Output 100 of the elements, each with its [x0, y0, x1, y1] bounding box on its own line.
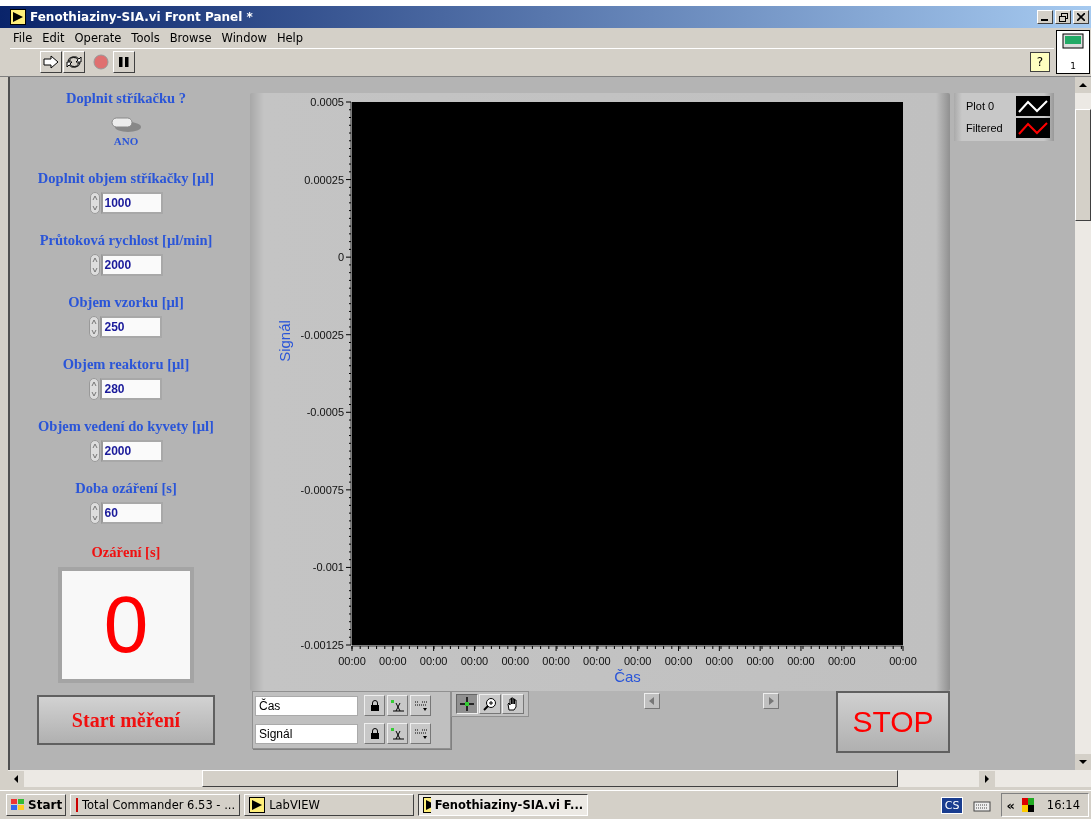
tick-label: 0.00025	[304, 173, 344, 186]
axis-title: Signál	[276, 320, 293, 362]
scroll-left-button[interactable]	[644, 693, 660, 709]
taskbar-button[interactable]: LabVIEW	[244, 794, 415, 816]
taskbar-button[interactable]: Fenothiaziny-SIA.vi F...	[418, 794, 589, 816]
zoom-icon	[483, 697, 497, 711]
tick-label: -0.001	[312, 561, 344, 574]
autoscale-button[interactable]	[387, 695, 408, 716]
start-button[interactable]: Start	[6, 794, 67, 816]
monitor-icon	[1062, 33, 1084, 49]
stop-sign-icon	[93, 53, 109, 70]
autoscale-button[interactable]	[387, 723, 408, 744]
help-button[interactable]: ?	[1030, 51, 1050, 72]
legend-label: Filtered	[966, 122, 1003, 134]
window-title: Fenothiaziny-SIA.vi Front Panel *	[30, 10, 253, 24]
scroll-left-icon	[8, 770, 24, 787]
pause-button[interactable]	[113, 50, 135, 73]
run-button[interactable]	[40, 50, 62, 73]
menu-item[interactable]: Edit	[42, 31, 65, 45]
lock-icon	[369, 727, 380, 740]
close-icon	[1077, 13, 1085, 21]
taskbar-button[interactable]: Total Commander 6.53 - ...	[70, 794, 241, 816]
lock-button[interactable]	[364, 695, 385, 716]
horizontal-scrollbar[interactable]	[8, 770, 1091, 787]
vertical-scrollbar[interactable]	[1075, 77, 1091, 770]
cursor-name-field[interactable]: Signál	[255, 723, 358, 744]
menu-item[interactable]: Window	[221, 31, 267, 45]
tick-label: 00:00	[419, 655, 448, 667]
menu-item[interactable]: Tools	[131, 31, 160, 45]
tick-label: 00:00	[338, 655, 366, 667]
tick-label: -0.00025	[300, 328, 344, 341]
tick-label: 00:00	[501, 655, 529, 667]
right-arrow-icon	[767, 697, 775, 705]
tick-label: 00:00	[542, 655, 570, 667]
axis-scale-icon	[390, 727, 405, 740]
windows-flag-icon	[10, 798, 26, 812]
format-button[interactable]	[410, 695, 431, 716]
close-button[interactable]	[1073, 10, 1089, 24]
tick-label: -0.00125	[300, 639, 344, 651]
numeric-field[interactable]: 2000	[100, 440, 163, 462]
connector-label: 1	[1070, 61, 1076, 71]
control-label: Doplnit stříkačku ?	[65, 89, 187, 107]
arrow-icon	[43, 54, 59, 69]
control-label: Objem reaktoru [µl]	[62, 355, 190, 373]
loop-arrows-icon	[66, 53, 82, 70]
format-button[interactable]	[410, 723, 431, 744]
menu-item[interactable]: File	[13, 31, 33, 45]
tick-label: 00:00	[889, 655, 917, 667]
indicator-label: Ozáření [s]	[91, 543, 161, 561]
tick-label: 00:00	[460, 655, 489, 667]
tray-expand-button[interactable]: «	[1006, 797, 1015, 813]
menu-item[interactable]: Browse	[169, 31, 212, 45]
tick-label: 0	[337, 251, 344, 264]
tick-label: 00:00	[787, 655, 815, 667]
scroll-thumb[interactable]	[1075, 109, 1091, 221]
control-label: Doplnit objem stříkačky [µl]	[37, 169, 215, 187]
axis-scale-icon	[390, 699, 405, 712]
numeric-field[interactable]: 2000	[100, 254, 163, 276]
cursor-tool[interactable]	[456, 694, 478, 714]
lock-icon	[369, 699, 380, 712]
numeric-field[interactable]: 250	[100, 316, 163, 338]
left-arrow-icon	[648, 697, 656, 705]
tick-label: 00:00	[746, 655, 774, 667]
tick-label: 00:00	[828, 655, 856, 667]
pause-icon	[118, 55, 130, 68]
control-label: Objem vedení do kyvety [µl]	[38, 417, 214, 435]
tick-label: 00:00	[379, 655, 407, 667]
language-indicator[interactable]: CS	[940, 796, 964, 814]
tick-label: 00:00	[705, 655, 734, 667]
crosshair-icon	[460, 697, 474, 711]
flag-icon[interactable]	[1019, 797, 1036, 813]
toggle-caption: ANO	[113, 135, 139, 147]
run-continuously-button[interactable]	[63, 50, 85, 73]
numeric-field[interactable]: 280	[100, 378, 163, 400]
tick-label: 00:00	[623, 655, 652, 667]
clock: 16:14	[1046, 798, 1080, 812]
tick-label: 00:00	[583, 655, 611, 667]
axis-title: Čas	[614, 668, 641, 685]
cursor-name-field[interactable]: Čas	[255, 695, 358, 716]
menu-item[interactable]: Operate	[74, 31, 122, 45]
scroll-right-button[interactable]	[763, 693, 779, 709]
zoom-tool[interactable]	[479, 694, 501, 714]
lock-button[interactable]	[364, 723, 385, 744]
control-label: Objem vzorku [µl]	[68, 293, 184, 311]
tick-label: -0.00075	[300, 483, 344, 496]
minimize-button[interactable]	[1037, 10, 1053, 24]
control-label: Doba ozáření [s]	[75, 479, 177, 497]
format-dropdown-icon	[413, 727, 428, 740]
pan-tool[interactable]	[502, 694, 524, 714]
menu-item[interactable]: Help	[276, 31, 304, 45]
format-dropdown-icon	[413, 699, 428, 712]
tick-label: 00:00	[664, 655, 693, 667]
scroll-right-icon	[978, 770, 995, 787]
control-label: Průtoková rychlost [µl/min]	[39, 231, 213, 249]
restore-button[interactable]	[1055, 10, 1071, 24]
hand-icon	[506, 697, 520, 711]
tick-label: -0.0005	[306, 406, 344, 419]
numeric-field[interactable]: 60	[100, 502, 163, 524]
legend-label: Plot 0	[966, 100, 995, 112]
numeric-field[interactable]: 1000	[100, 192, 163, 214]
